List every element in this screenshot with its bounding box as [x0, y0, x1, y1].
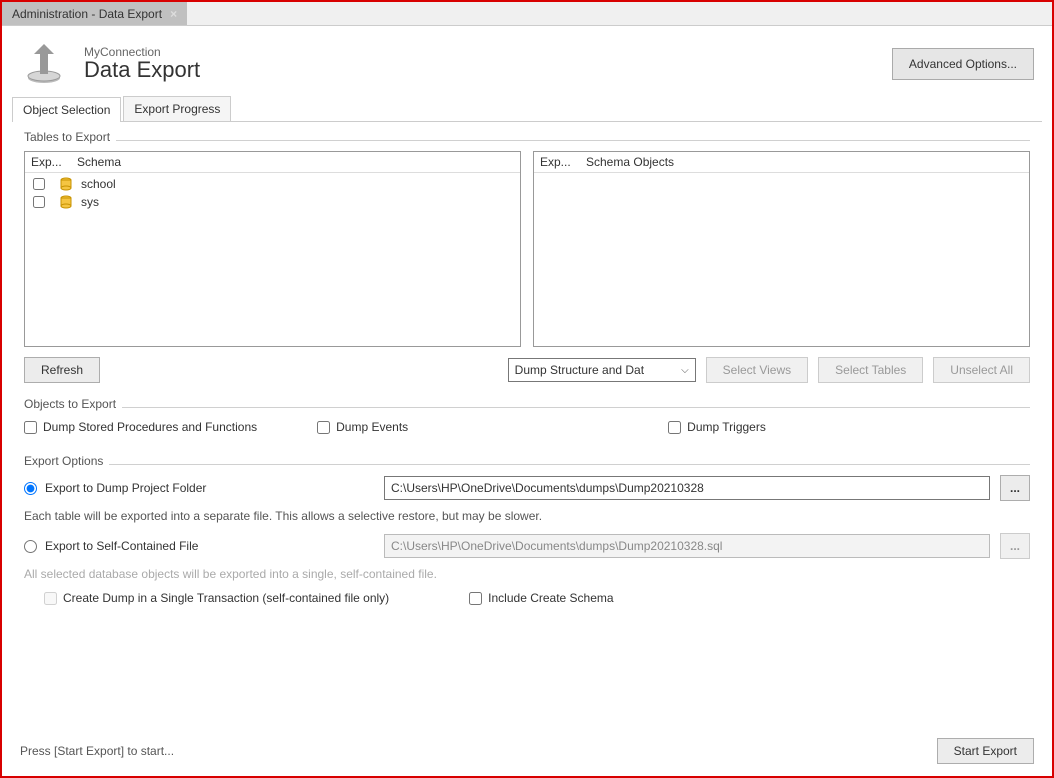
col-schema-objects: Schema Objects	[586, 155, 1023, 169]
tables-legend: Tables to Export	[24, 130, 116, 144]
dump-events-check: Dump Events	[317, 420, 408, 434]
advanced-options-button[interactable]: Advanced Options...	[892, 48, 1034, 80]
tab-object-selection[interactable]: Object Selection	[12, 97, 121, 122]
schema-row[interactable]: school	[31, 175, 514, 193]
objects-legend: Objects to Export	[24, 397, 122, 411]
schema-listbox[interactable]: Exp... Schema school	[24, 151, 521, 347]
dump-triggers-checkbox[interactable]	[668, 421, 681, 434]
file-hint: All selected database objects will be ex…	[24, 567, 1030, 581]
close-icon[interactable]: ×	[170, 7, 177, 21]
folder-hint: Each table will be exported into a separ…	[24, 509, 1030, 523]
select-tables-button[interactable]: Select Tables	[818, 357, 923, 383]
file-path-input	[384, 534, 990, 558]
dump-triggers-check: Dump Triggers	[668, 420, 766, 434]
chevron-down-icon: ⌵	[681, 365, 689, 376]
export-file-radio-label: Export to Self-Contained File	[24, 539, 374, 553]
export-file-radio[interactable]	[24, 540, 37, 553]
tab-export-progress[interactable]: Export Progress	[123, 96, 231, 121]
folder-path-input[interactable]	[384, 476, 990, 500]
dump-procedures-checkbox[interactable]	[24, 421, 37, 434]
dump-procedures-check: Dump Stored Procedures and Functions	[24, 420, 257, 434]
include-schema-checkbox[interactable]	[469, 592, 482, 605]
objects-listbox[interactable]: Exp... Schema Objects	[533, 151, 1030, 347]
window-tab[interactable]: Administration - Data Export ×	[2, 2, 187, 25]
schema-row[interactable]: sys	[31, 193, 514, 211]
status-text: Press [Start Export] to start...	[20, 744, 174, 758]
refresh-button[interactable]: Refresh	[24, 357, 100, 383]
single-txn-checkbox	[44, 592, 57, 605]
col-export: Exp...	[31, 155, 77, 169]
dump-type-value: Dump Structure and Dat	[515, 363, 644, 377]
browse-folder-button[interactable]: ...	[1000, 475, 1030, 501]
browse-file-button: ...	[1000, 533, 1030, 559]
single-txn-check: Create Dump in a Single Transaction (sel…	[44, 591, 389, 605]
export-icon	[20, 40, 68, 88]
schema-name: sys	[81, 195, 99, 209]
col-export: Exp...	[540, 155, 586, 169]
dump-events-checkbox[interactable]	[317, 421, 330, 434]
export-folder-radio[interactable]	[24, 482, 37, 495]
start-export-button[interactable]: Start Export	[937, 738, 1034, 764]
export-options-legend: Export Options	[24, 454, 109, 468]
include-schema-check: Include Create Schema	[469, 591, 613, 605]
tab-title: Administration - Data Export	[12, 7, 162, 21]
database-icon	[59, 195, 73, 209]
dump-type-select[interactable]: Dump Structure and Dat ⌵	[508, 358, 696, 382]
unselect-all-button[interactable]: Unselect All	[933, 357, 1030, 383]
database-icon	[59, 177, 73, 191]
schema-checkbox-school[interactable]	[33, 178, 45, 190]
export-folder-radio-label: Export to Dump Project Folder	[24, 481, 374, 495]
page-title: Data Export	[84, 57, 200, 83]
schema-checkbox-sys[interactable]	[33, 196, 45, 208]
col-schema: Schema	[77, 155, 514, 169]
select-views-button[interactable]: Select Views	[706, 357, 808, 383]
window-tab-bar: Administration - Data Export ×	[2, 2, 1052, 26]
schema-name: school	[81, 177, 116, 191]
